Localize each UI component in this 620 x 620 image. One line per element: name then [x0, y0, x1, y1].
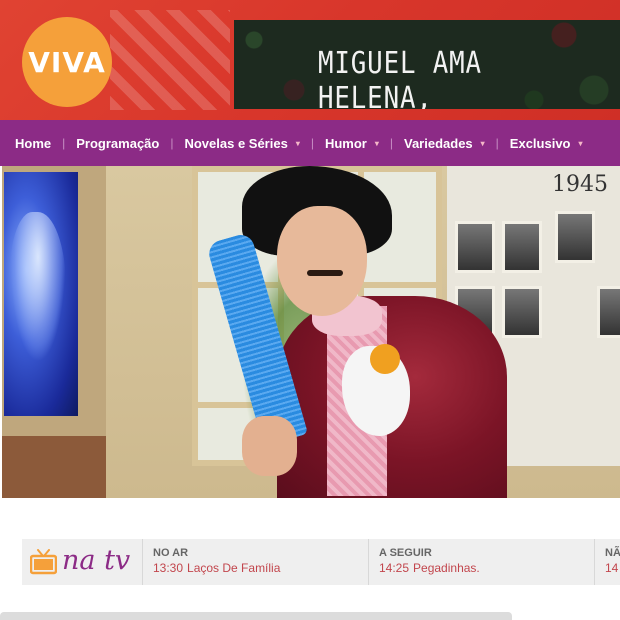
anatomy-poster — [2, 166, 106, 436]
nav-item-label: Novelas e Séries — [184, 135, 288, 151]
header-pattern — [110, 10, 230, 110]
chevron-down-icon: ▾ — [295, 138, 300, 148]
nav-separator: | — [310, 136, 314, 150]
slot-time: 14 — [605, 561, 619, 575]
photo — [455, 221, 495, 273]
slot-program: 13:30 Laços De Família — [153, 561, 368, 575]
nav-item-novelas-series[interactable]: Novelas e Séries ▾ — [184, 136, 299, 151]
character-mustache — [307, 270, 343, 276]
chevron-down-icon: ▾ — [374, 138, 379, 148]
slot-title: Laços De Família — [187, 561, 281, 575]
poster-figure — [10, 212, 66, 362]
nav-separator: | — [170, 136, 174, 150]
handkerchief-accent — [370, 344, 400, 374]
nav-item-variedades[interactable]: Variedades ▾ — [404, 136, 485, 151]
chevron-down-icon: ▾ — [578, 138, 583, 148]
character-hand — [242, 416, 297, 476]
photo — [555, 211, 595, 263]
character-face — [277, 206, 367, 316]
nav-item-home[interactable]: Home — [15, 136, 51, 151]
logo-text: VIVA — [28, 45, 106, 79]
nav-separator: | — [62, 136, 66, 150]
content-panel-edge — [0, 612, 512, 620]
nav-item-programacao[interactable]: Programação — [76, 136, 159, 151]
na-tv-label: na tv — [62, 545, 131, 576]
schedule-slot-next[interactable]: A SEGUIR 14:25 Pegadinhas. — [368, 539, 594, 585]
viva-logo[interactable]: VIVA — [22, 17, 112, 107]
na-tv-bar: na tv NO AR 13:30 Laços De Família A SEGU… — [22, 539, 620, 585]
photo — [502, 221, 542, 273]
tv-icon — [30, 549, 57, 575]
slot-title: Pegadinhas. — [413, 561, 480, 575]
hero-image[interactable]: 1945 — [2, 166, 620, 498]
slot-label: NO AR — [153, 547, 189, 559]
photo — [597, 286, 620, 338]
cabinet — [2, 436, 106, 498]
nav-item-label: Programação — [76, 135, 160, 151]
nav-item-exclusivo[interactable]: Exclusivo ▾ — [510, 136, 583, 151]
slot-label: A SEGUIR — [379, 547, 432, 559]
schedule-slot-later[interactable]: NÃ 14 — [594, 539, 620, 585]
slot-program: 14 — [605, 561, 620, 575]
nav-separator: | — [389, 136, 393, 150]
slot-time: 13:30 — [153, 561, 184, 575]
nav-separator: | — [495, 136, 499, 150]
main-nav: Home | Programação | Novelas e Séries ▾ … — [0, 120, 620, 166]
nav-item-label: Exclusivo — [509, 135, 571, 151]
schedule-slot-now[interactable]: NO AR 13:30 Laços De Família — [142, 539, 368, 585]
promo-banner[interactable]: MIGUEL AMA HELENA, — [234, 20, 620, 109]
slot-label: NÃ — [605, 547, 620, 559]
nav-item-label: Home — [15, 135, 52, 151]
banner-text: MIGUEL AMA HELENA, — [318, 46, 482, 109]
site-header: VIVA MIGUEL AMA HELENA, — [0, 0, 620, 120]
nav-item-label: Variedades — [404, 135, 473, 151]
nav-item-humor[interactable]: Humor ▾ — [325, 136, 379, 151]
slot-program: 14:25 Pegadinhas. — [379, 561, 594, 575]
chevron-down-icon: ▾ — [480, 138, 485, 148]
nav-item-label: Humor — [324, 135, 367, 151]
slot-time: 14:25 — [379, 561, 410, 575]
wall-year: 1945 — [552, 172, 608, 197]
poster-art — [4, 172, 78, 416]
photo — [502, 286, 542, 338]
